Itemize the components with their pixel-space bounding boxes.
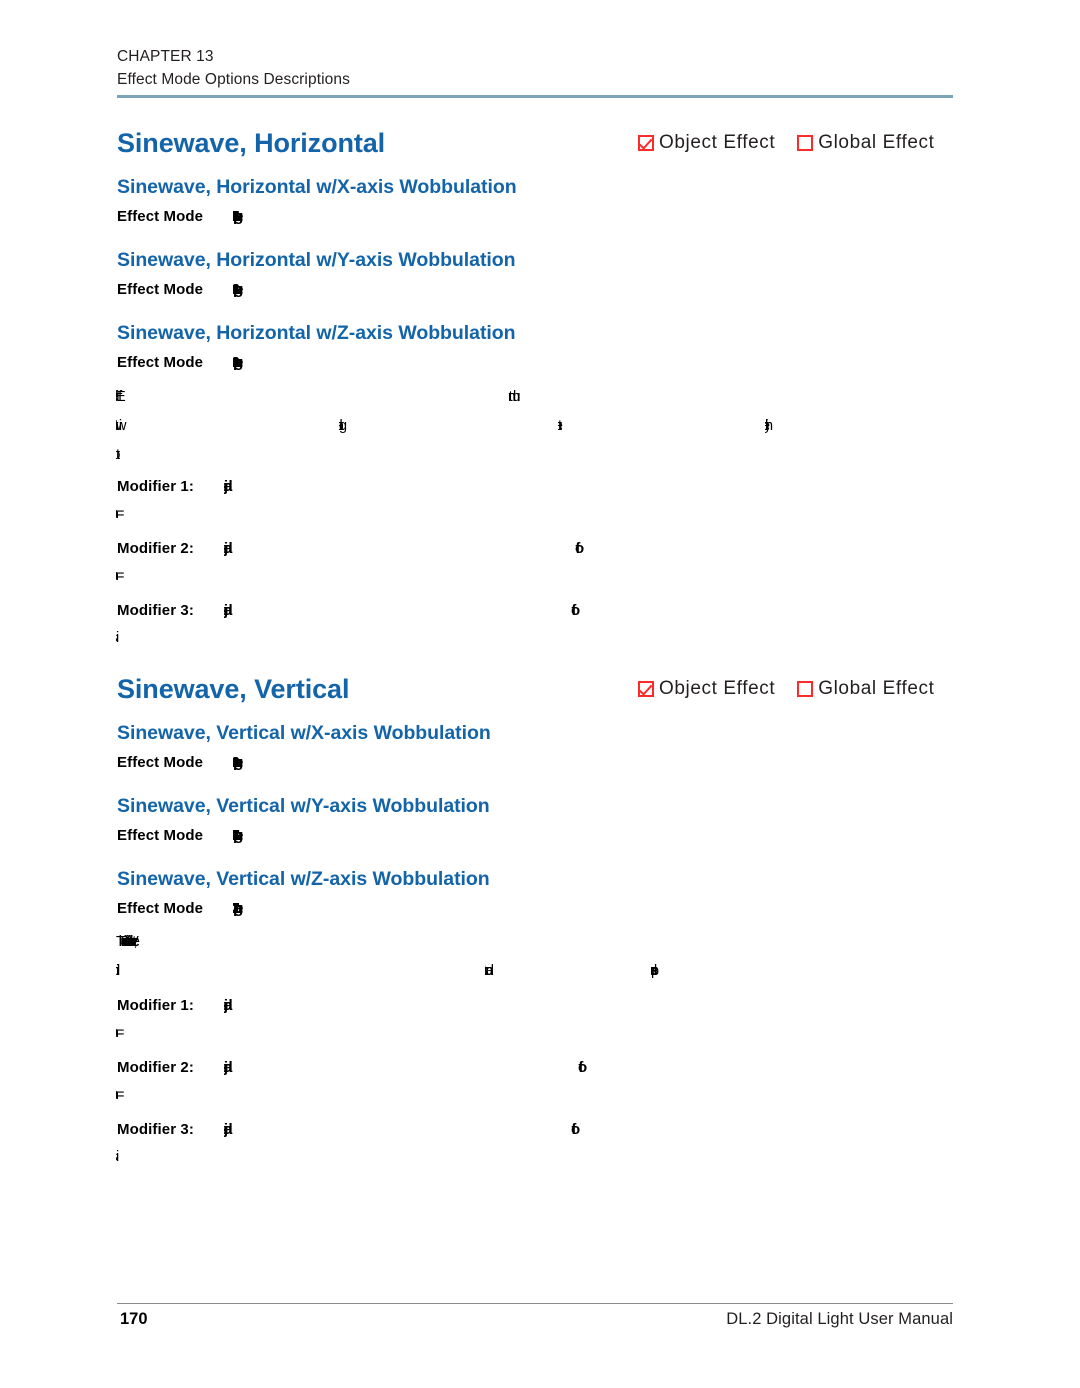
effect-mode-label: Effect Mode	[117, 754, 204, 771]
effect-scope-legend-vertical: Object Effect Global Effect	[638, 678, 934, 700]
chapter-label: CHAPTER 13	[117, 48, 214, 65]
effect-mode-value-h-x: page 165	[233, 208, 267, 225]
body-line-1-col-3: multiply with	[508, 389, 556, 405]
body-line-2-col-4: higher	[765, 418, 795, 434]
effect-mode-label: Effect Mode	[117, 900, 204, 917]
modifier-2-value-horizontal: adjusts the	[224, 540, 260, 557]
modifier-3-label: Modifier 3:	[117, 1121, 194, 1138]
body-line-2-col-1-vertical: individual	[116, 963, 154, 979]
page-number: 170	[120, 1310, 148, 1328]
subsection-heading-v-x-axis: Sinewave, Vertical w/X-axis Wobbulation	[117, 722, 491, 744]
modifier-2-label: Modifier 2:	[117, 540, 194, 557]
modifier-3-label: Modifier 3:	[117, 602, 194, 619]
modifier-2-continuation-horizontal: = none	[116, 568, 136, 584]
modifier-3-continuation-vertical: is 0	[116, 1149, 132, 1165]
body-line-2-col-1: with	[116, 418, 146, 434]
modifier-1-row-vertical: Modifier 1:	[117, 997, 194, 1015]
modifier-1-label: Modifier 1:	[117, 478, 194, 495]
body-line-2-col-2-vertical: and this	[485, 963, 509, 979]
effect-mode-row-v-y: Effect Mode	[117, 827, 203, 845]
subsection-heading-h-y-axis: Sinewave, Horizontal w/Y-axis Wobbulatio…	[117, 249, 516, 271]
effect-scope-legend-horizontal: Object Effect Global Effect	[638, 132, 934, 154]
modifier-2-value2-horizontal: of the sinewave, 0-100%	[575, 540, 629, 557]
effect-mode-row-v-x: Effect Mode	[117, 754, 203, 772]
modifier-2-continuation-vertical: = none	[116, 1087, 136, 1103]
manual-title: DL.2 Digital Light User Manual	[726, 1310, 953, 1328]
chapter-subtitle: Effect Mode Options Descriptions	[117, 71, 350, 88]
global-effect-label: Global Effect	[818, 678, 935, 699]
modifier-3-row-horizontal: Modifier 3:	[117, 602, 194, 620]
section-title-sinewave-vertical: Sinewave, Vertical	[117, 674, 350, 704]
global-effect-checkbox[interactable]	[797, 135, 814, 151]
effect-mode-value-v-x: page 169	[233, 754, 267, 771]
effect-mode-value-v-y: page 167	[233, 827, 267, 844]
object-effect-checkbox[interactable]	[638, 135, 654, 151]
body-line-3-col-1: to	[116, 447, 128, 463]
modifier-1-continuation-vertical: = none	[116, 1025, 136, 1041]
effect-mode-value-h-y: page 166	[233, 281, 267, 298]
effect-mode-row-h-y: Effect Mode	[117, 281, 203, 299]
modifier-2-label: Modifier 2:	[117, 1059, 194, 1076]
subsection-heading-v-y-axis: Sinewave, Vertical w/Y-axis Wobbulation	[117, 795, 490, 817]
effect-mode-label: Effect Mode	[117, 354, 204, 371]
modifier-3-value2-horizontal: of the sinewave, 0-100%	[571, 602, 623, 619]
body-line-1-col-1-vertical: The Sinewave, Vertical effect	[116, 934, 129, 950]
section-title-sinewave-horizontal: Sinewave, Horizontal	[117, 128, 386, 158]
modifier-1-value-vertical: adjusts the amplitude of the sinewave, 0…	[224, 997, 302, 1014]
modifier-3-value2-vertical: of the sinewave, 0-100%	[571, 1121, 623, 1138]
global-effect-checkbox[interactable]	[797, 681, 814, 697]
effect-mode-value-v-z: page 172	[233, 900, 267, 917]
object-effect-label: Object Effect	[659, 678, 776, 699]
body-line-1-col-1: Effect may	[116, 389, 164, 405]
effect-mode-row-h-x: Effect Mode	[117, 208, 203, 226]
modifier-3-continuation-horizontal: is 0	[116, 630, 132, 646]
modifier-2-value-vertical: adjusts the	[224, 1059, 260, 1076]
header-divider	[117, 95, 953, 98]
body-line-2-col-3: the limit	[558, 418, 588, 434]
modifier-3-row-vertical: Modifier 3:	[117, 1121, 194, 1139]
effect-mode-row-v-z: Effect Mode	[117, 900, 203, 918]
body-line-2-col-2: globally	[339, 418, 369, 434]
global-effect-label: Global Effect	[818, 132, 935, 153]
footer-divider	[117, 1303, 953, 1304]
modifier-1-continuation-horizontal: = none	[116, 506, 136, 522]
modifier-2-row-vertical: Modifier 2:	[117, 1059, 194, 1077]
modifier-1-row-horizontal: Modifier 1:	[117, 478, 194, 496]
effect-mode-label: Effect Mode	[117, 827, 204, 844]
modifier-2-row-horizontal: Modifier 2:	[117, 540, 194, 558]
modifier-3-value-vertical: adjusts the	[224, 1121, 260, 1138]
body-line-2-col-3-vertical: produces	[651, 963, 675, 979]
subsection-heading-h-x-axis: Sinewave, Horizontal w/X-axis Wobbulatio…	[117, 176, 517, 198]
effect-mode-row-h-z: Effect Mode	[117, 354, 203, 372]
modifier-1-value-horizontal: adjusts the amplitude of the sinewave, 0…	[224, 478, 302, 495]
object-effect-checkbox[interactable]	[638, 681, 654, 697]
document-page: CHAPTER 13 Effect Mode Options Descripti…	[0, 0, 1080, 1388]
subsection-heading-v-z-axis: Sinewave, Vertical w/Z-axis Wobbulation	[117, 868, 490, 890]
object-effect-label: Object Effect	[659, 132, 776, 153]
subsection-heading-h-z-axis: Sinewave, Horizontal w/Z-axis Wobbulatio…	[117, 322, 516, 344]
effect-mode-label: Effect Mode	[117, 281, 204, 298]
running-header: CHAPTER 13 Effect Mode Options Descripti…	[117, 45, 717, 91]
effect-mode-label: Effect Mode	[117, 208, 204, 225]
modifier-3-value-horizontal: adjusts the	[224, 602, 260, 619]
effect-mode-value-h-z: page 169	[233, 354, 267, 371]
modifier-1-label: Modifier 1:	[117, 997, 194, 1014]
modifier-2-value2-vertical: of the sinewave, 0-100%	[578, 1059, 632, 1076]
